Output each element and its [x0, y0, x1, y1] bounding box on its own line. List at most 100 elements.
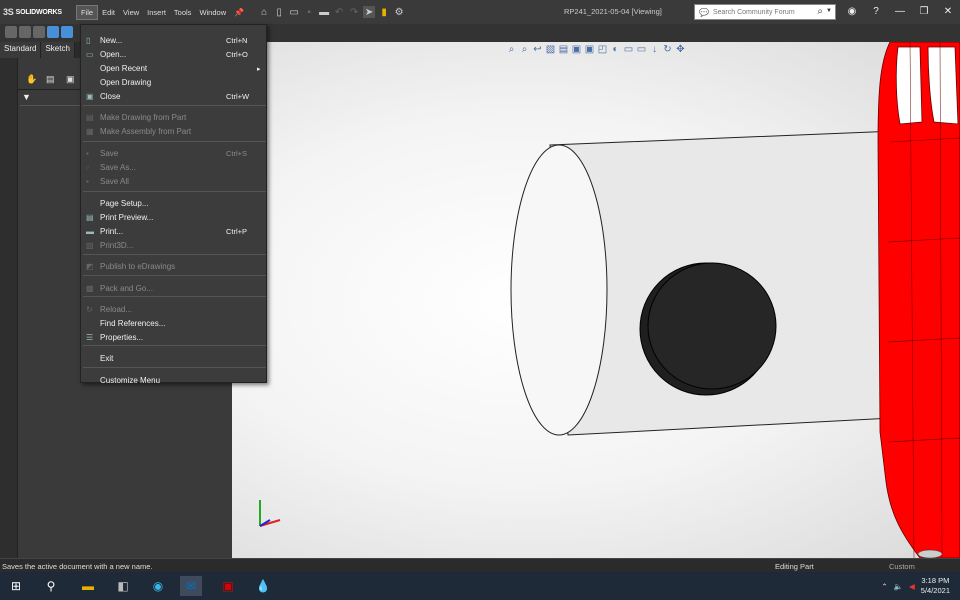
- menu-separator: [83, 191, 266, 192]
- redo-icon[interactable]: ↷: [348, 6, 360, 18]
- menu-window[interactable]: Window: [195, 6, 230, 19]
- config-manager-icon[interactable]: ▣: [66, 74, 78, 86]
- menu-view[interactable]: View: [119, 6, 143, 19]
- menu-item-print-preview[interactable]: ▤ Print Preview...: [81, 211, 266, 224]
- clock-date: 5/4/2021: [920, 586, 950, 595]
- status-mode: Editing Part: [775, 562, 814, 571]
- print3d-icon: ▧: [86, 241, 94, 250]
- boss-feature-face: [647, 262, 777, 390]
- property-manager-icon[interactable]: ▤: [46, 74, 58, 86]
- menu-item-new[interactable]: ▯ New... Ctrl+N: [81, 34, 266, 47]
- menu-item-properties[interactable]: ☰ Properties...: [81, 331, 266, 344]
- menu-item-label: Print Preview...: [100, 213, 154, 222]
- view-orient-icon[interactable]: [61, 26, 73, 38]
- menu-item-open-recent[interactable]: Open Recent ▸: [81, 62, 266, 75]
- menu-item-label: Page Setup...: [100, 199, 149, 208]
- color-drop-icon[interactable]: 💧: [252, 576, 274, 596]
- assembly-icon: ▦: [86, 127, 94, 136]
- menu-item-shortcut: Ctrl+N: [226, 36, 248, 45]
- file-explorer-icon[interactable]: ▬: [77, 576, 99, 596]
- menu-item-publish-to-edrawings: ◩ Publish to eDrawings: [81, 260, 266, 273]
- help-icon[interactable]: ?: [869, 4, 883, 18]
- traffic-light-icon[interactable]: ▮: [378, 6, 390, 18]
- menu-item-shortcut: Ctrl+P: [226, 227, 248, 236]
- select-arrow-icon[interactable]: ➤: [363, 6, 376, 18]
- minimize-icon[interactable]: —: [893, 4, 907, 18]
- search-icon[interactable]: ⚲: [40, 576, 62, 596]
- view-cube-icon[interactable]: [47, 26, 59, 38]
- edge-browser-icon[interactable]: ◉: [147, 576, 169, 596]
- print-icon[interactable]: ▬: [318, 6, 330, 18]
- menu-item-find-references[interactable]: Find References...: [81, 317, 266, 330]
- menu-item-label: New...: [100, 36, 123, 45]
- feature-icon[interactable]: [5, 26, 17, 38]
- chevron-down-icon[interactable]: ▼: [826, 8, 832, 14]
- sketch-icon[interactable]: [19, 26, 31, 38]
- ds-logo-icon: 3S: [3, 7, 14, 17]
- menu-item-save-all: ▪ Save All: [81, 175, 266, 188]
- feature-tree-icon[interactable]: ✋: [26, 74, 38, 86]
- menu-item-make-drawing-from-part: ▤ Make Drawing from Part: [81, 111, 266, 124]
- new-doc-icon[interactable]: ▯: [273, 6, 285, 18]
- menu-item-exit[interactable]: Exit: [81, 352, 266, 365]
- pin-icon[interactable]: 📌: [230, 6, 248, 19]
- outlook-icon[interactable]: ✉: [180, 576, 202, 596]
- menu-item-label: Close: [100, 92, 121, 101]
- graphics-area[interactable]: ⌕ ⌕ ↩ ▧ ▤ ▣ ▣ ◰ ◐ ▭ ▭ ↓ ↻ ✥: [232, 42, 960, 558]
- network-icon[interactable]: ◀: [909, 582, 915, 591]
- menu-separator: [83, 367, 266, 368]
- search-input[interactable]: 💬 Search Community Forum ⌕ ▼: [694, 4, 836, 20]
- menu-item-label: Reload...: [100, 305, 133, 314]
- menu-item-label: Exit: [100, 354, 114, 363]
- menu-item-open-drawing[interactable]: Open Drawing: [81, 76, 266, 89]
- print-icon: ▬: [86, 227, 94, 236]
- clock-time: 3:18 PM: [921, 576, 950, 585]
- menu-tools[interactable]: Tools: [170, 6, 196, 19]
- options-gear-icon[interactable]: ⚙: [393, 6, 405, 18]
- menu-item-reload: ↻ Reload...: [81, 303, 266, 316]
- properties-icon: ☰: [86, 333, 94, 342]
- submenu-arrow-icon: ▸: [257, 65, 261, 73]
- clock[interactable]: 3:18 PM 5/4/2021: [921, 576, 950, 596]
- windows-start-icon[interactable]: ⊞: [5, 576, 27, 596]
- speaker-icon[interactable]: 🔈: [894, 582, 903, 591]
- solidworks-taskbar-icon[interactable]: ▣: [217, 576, 239, 596]
- chevron-up-icon[interactable]: ⌃: [881, 582, 887, 591]
- home-icon[interactable]: ⌂: [258, 6, 270, 18]
- menu-item-shortcut: Ctrl+W: [226, 92, 250, 101]
- menu-item-page-setup[interactable]: Page Setup...: [81, 197, 266, 210]
- undo-icon[interactable]: ↶: [333, 6, 345, 18]
- menu-item-open[interactable]: ▭ Open... Ctrl+O: [81, 48, 266, 61]
- menu-file[interactable]: File: [76, 4, 99, 20]
- open-folder-icon[interactable]: ▭: [288, 6, 300, 18]
- menu-item-label: Save All: [100, 177, 129, 186]
- open-folder-icon: ▭: [86, 50, 94, 59]
- menu-item-make-assembly-from-part: ▦ Make Assembly from Part: [81, 125, 266, 138]
- surface-icon[interactable]: [33, 26, 45, 38]
- task-pane-strip: [0, 58, 18, 558]
- menu-item-shortcut: Ctrl+O: [226, 50, 248, 59]
- windows-taskbar: ⊞ ⚲ ▬ ◧ ◉ ✉ ▣ 💧 ⌃ 🔈 ◀ 3:18 PM 5/4/2021: [0, 572, 960, 600]
- menu-separator: [83, 141, 266, 142]
- tab-standard[interactable]: Standard: [0, 42, 42, 58]
- user-icon[interactable]: ◉: [845, 4, 859, 18]
- menu-item-label: Customize Menu: [100, 376, 161, 385]
- status-message: Saves the active document with a new nam…: [2, 562, 153, 571]
- menu-separator: [83, 296, 266, 297]
- menu-insert[interactable]: Insert: [143, 6, 170, 19]
- app-icon[interactable]: ◧: [112, 576, 134, 596]
- save-icon[interactable]: ▪: [303, 6, 315, 18]
- units-selector[interactable]: Custom: [889, 562, 915, 571]
- search-icon[interactable]: ⌕: [817, 6, 823, 17]
- menu-item-close[interactable]: ▣ Close Ctrl+W: [81, 90, 266, 103]
- menu-edit[interactable]: Edit: [98, 6, 119, 19]
- close-icon[interactable]: ✕: [941, 4, 955, 18]
- solidworks-logo[interactable]: 3S SOLIDWORKS: [0, 7, 76, 17]
- tab-sketch[interactable]: Sketch: [41, 42, 75, 58]
- save-icon: ▪: [86, 149, 89, 158]
- filter-field[interactable]: [20, 92, 80, 106]
- menu-item-pack-and-go: ▩ Pack and Go...: [81, 282, 266, 295]
- menu-item-customize-menu[interactable]: Customize Menu: [81, 374, 266, 387]
- restore-icon[interactable]: ❐: [917, 4, 931, 18]
- menu-item-print[interactable]: ▬ Print... Ctrl+P: [81, 225, 266, 238]
